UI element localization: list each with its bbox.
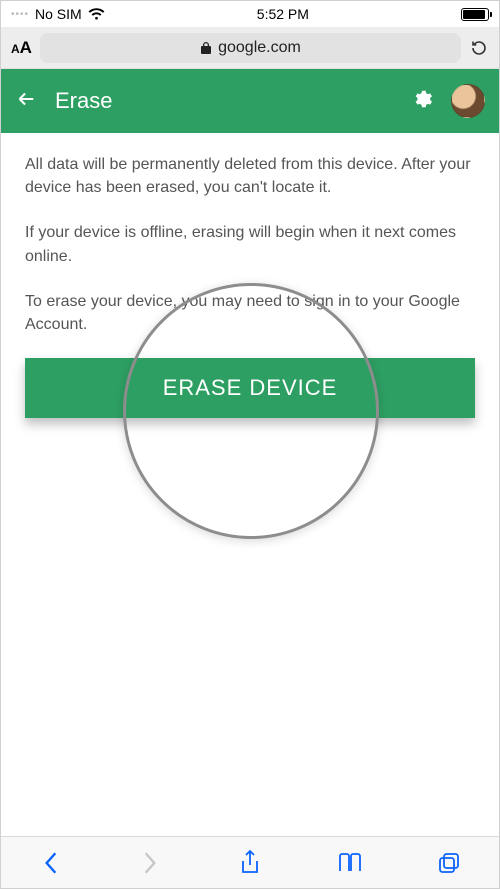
address-field[interactable]: google.com <box>40 33 461 63</box>
clock-label: 5:52 PM <box>257 6 309 22</box>
browser-url-bar: AA google.com <box>1 27 499 69</box>
warning-text-3: To erase your device, you may need to si… <box>25 290 475 336</box>
signal-dots: •••• <box>11 9 29 20</box>
erase-device-button[interactable]: ERASE DEVICE <box>25 358 475 418</box>
back-button[interactable] <box>15 88 37 115</box>
warning-text-1: All data will be permanently deleted fro… <box>25 153 475 199</box>
tabs-button[interactable] <box>429 843 469 883</box>
page-title: Erase <box>55 88 393 114</box>
nav-back-button[interactable] <box>31 843 71 883</box>
gear-icon[interactable] <box>411 88 433 115</box>
browser-toolbar <box>1 836 499 888</box>
battery-icon <box>461 8 489 21</box>
nav-forward-button[interactable] <box>130 843 170 883</box>
page-header: Erase <box>1 69 499 133</box>
bookmarks-button[interactable] <box>330 843 370 883</box>
wifi-icon <box>88 8 105 21</box>
status-bar: •••• No SIM 5:52 PM <box>1 1 499 27</box>
carrier-label: No SIM <box>35 6 82 22</box>
lock-icon <box>200 41 212 55</box>
text-size-button[interactable]: AA <box>11 38 32 58</box>
avatar[interactable] <box>451 84 485 118</box>
warning-text-2: If your device is offline, erasing will … <box>25 221 475 267</box>
page-content: All data will be permanently deleted fro… <box>1 133 499 836</box>
reload-button[interactable] <box>469 38 489 58</box>
share-button[interactable] <box>230 843 270 883</box>
address-domain: google.com <box>218 39 301 57</box>
